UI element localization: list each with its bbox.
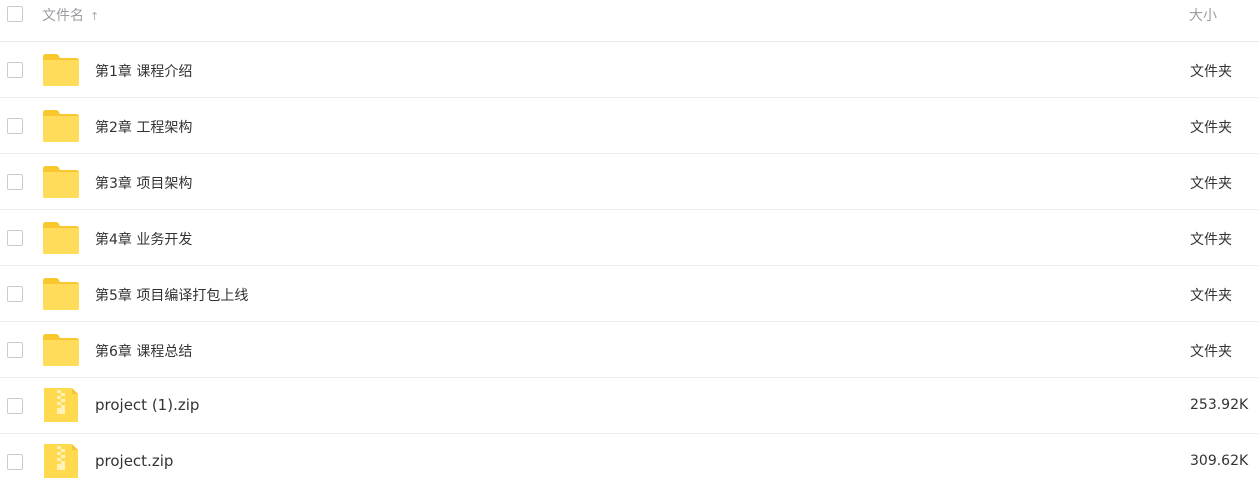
file-row[interactable]: project.zip 309.62K: [0, 434, 1259, 490]
file-size: 文件夹: [1190, 344, 1232, 360]
sort-ascending-icon: ↑: [90, 10, 100, 23]
folder-icon: [42, 163, 80, 199]
row-checkbox[interactable]: [7, 454, 23, 470]
column-header-size[interactable]: 大小: [1189, 5, 1217, 25]
file-size: 文件夹: [1190, 176, 1232, 192]
file-row[interactable]: 第5章 项目编译打包上线 文件夹: [0, 266, 1259, 322]
column-header-name[interactable]: 文件名 ↑: [42, 5, 99, 25]
row-checkbox[interactable]: [7, 286, 23, 302]
file-size: 文件夹: [1190, 232, 1232, 248]
file-size: 253.92K: [1190, 397, 1249, 413]
row-checkbox[interactable]: [7, 230, 23, 246]
zip-file-icon: [42, 443, 80, 479]
file-name[interactable]: project (1).zip: [95, 396, 199, 414]
file-row[interactable]: 第3章 项目架构 文件夹: [0, 154, 1259, 210]
folder-icon: [42, 107, 80, 143]
file-row[interactable]: 第1章 课程介绍 文件夹: [0, 42, 1259, 98]
row-checkbox[interactable]: [7, 174, 23, 190]
row-checkbox[interactable]: [7, 62, 23, 78]
file-list-header: 文件名 ↑ 大小: [0, 0, 1259, 42]
row-checkbox[interactable]: [7, 342, 23, 358]
folder-icon: [42, 51, 80, 87]
file-row[interactable]: 第6章 课程总结 文件夹: [0, 322, 1259, 378]
file-name[interactable]: 第2章 工程架构: [95, 117, 192, 137]
file-row[interactable]: 第4章 业务开发 文件夹: [0, 210, 1259, 266]
file-name[interactable]: 第1章 课程介绍: [95, 61, 192, 81]
row-checkbox[interactable]: [7, 398, 23, 414]
file-size: 文件夹: [1190, 64, 1232, 80]
folder-icon: [42, 331, 80, 367]
file-name[interactable]: 第5章 项目编译打包上线: [95, 285, 248, 305]
file-size: 文件夹: [1190, 288, 1232, 304]
file-name[interactable]: project.zip: [95, 452, 173, 470]
file-size: 309.62K: [1190, 453, 1249, 469]
column-header-name-label: 文件名: [42, 8, 84, 24]
file-size: 文件夹: [1190, 120, 1232, 136]
folder-icon: [42, 275, 80, 311]
file-row[interactable]: 第2章 工程架构 文件夹: [0, 98, 1259, 154]
folder-icon: [42, 219, 80, 255]
file-name[interactable]: 第3章 项目架构: [95, 173, 192, 193]
zip-file-icon: [42, 387, 80, 423]
file-list: 文件名 ↑ 大小 第1章 课程介绍 文件夹 第2章 工程架构 文件夹 第3章 项…: [0, 0, 1259, 488]
select-all-checkbox[interactable]: [7, 6, 23, 22]
row-checkbox[interactable]: [7, 118, 23, 134]
file-name[interactable]: 第6章 课程总结: [95, 341, 192, 361]
file-row[interactable]: project (1).zip 253.92K: [0, 378, 1259, 434]
file-name[interactable]: 第4章 业务开发: [95, 229, 192, 249]
